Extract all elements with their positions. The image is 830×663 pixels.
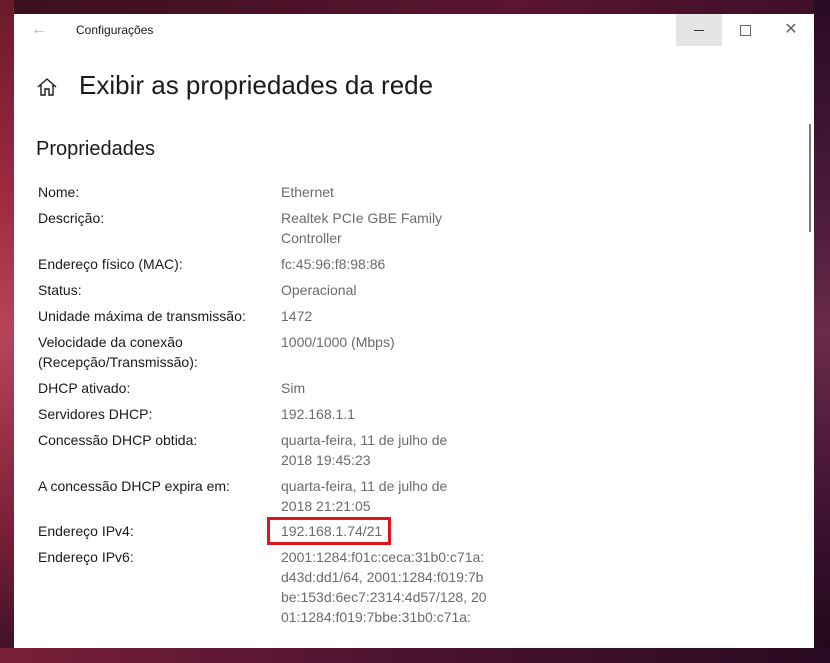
- desktop-background-left: [0, 0, 14, 663]
- property-value-mtu: 1472: [281, 308, 313, 324]
- section-title: Propriedades: [36, 138, 155, 160]
- property-label-lease-expires: A concessão DHCP expira em:: [38, 478, 230, 494]
- property-label-ipv4: Endereço IPv4:: [38, 523, 134, 539]
- property-label-status: Status:: [38, 282, 82, 298]
- maximize-button[interactable]: [722, 14, 768, 46]
- property-label-name: Nome:: [38, 184, 80, 200]
- close-icon: ✕: [784, 21, 798, 38]
- close-button[interactable]: ✕: [768, 14, 814, 46]
- property-value-lease-expires: quarta-feira, 11 de julho de 2018 21:21:…: [281, 478, 448, 514]
- property-label-description: Descrição:: [38, 210, 105, 226]
- title-bar: ← Configurações ✕: [14, 14, 814, 46]
- property-value-lease-obtained: quarta-feira, 11 de julho de 2018 19:45:…: [281, 432, 448, 468]
- minimize-icon: [694, 29, 704, 31]
- minimize-button[interactable]: [676, 14, 722, 46]
- vertical-scrollbar[interactable]: [809, 124, 811, 232]
- property-value-mac: fc:45:96:f8:98:86: [281, 256, 386, 272]
- property-label-mac: Endereço físico (MAC):: [38, 256, 183, 272]
- back-button[interactable]: ←: [24, 18, 54, 42]
- property-label-ipv6: Endereço IPv6:: [38, 549, 134, 565]
- property-value-ipv6: 2001:1284:f01c:ceca:31b0:c71a:d43d:dd1/6…: [281, 549, 487, 625]
- page-title: Exibir as propriedades da rede: [79, 70, 434, 100]
- desktop-background-right: [814, 0, 830, 663]
- property-value-dhcp-servers: 192.168.1.1: [281, 406, 355, 422]
- property-label-lease-obtained: Concessão DHCP obtida:: [38, 432, 198, 448]
- ipv4-highlight-box: [267, 517, 391, 545]
- property-label-mtu: Unidade máxima de transmissão:: [38, 308, 246, 324]
- property-value-link-speed: 1000/1000 (Mbps): [281, 334, 395, 350]
- desktop-background-bottom: [0, 648, 830, 663]
- property-value-dhcp-enabled: Sim: [281, 380, 306, 396]
- property-label-dhcp-servers: Servidores DHCP:: [38, 406, 153, 422]
- property-value-name: Ethernet: [281, 184, 334, 200]
- maximize-icon: [739, 24, 751, 36]
- home-icon[interactable]: [36, 76, 58, 98]
- settings-window: ← Configurações ✕ Exibir as propriedades…: [14, 14, 814, 648]
- property-label-link-speed: Velocidade da conexão (Recepção/Transmis…: [38, 334, 198, 370]
- property-value-description: Realtek PCIe GBE Family Controller: [281, 210, 443, 246]
- back-arrow-icon: ←: [31, 21, 47, 38]
- property-label-dhcp-enabled: DHCP ativado:: [38, 380, 131, 396]
- app-title: Configurações: [76, 23, 154, 37]
- property-value-status: Operacional: [281, 282, 357, 298]
